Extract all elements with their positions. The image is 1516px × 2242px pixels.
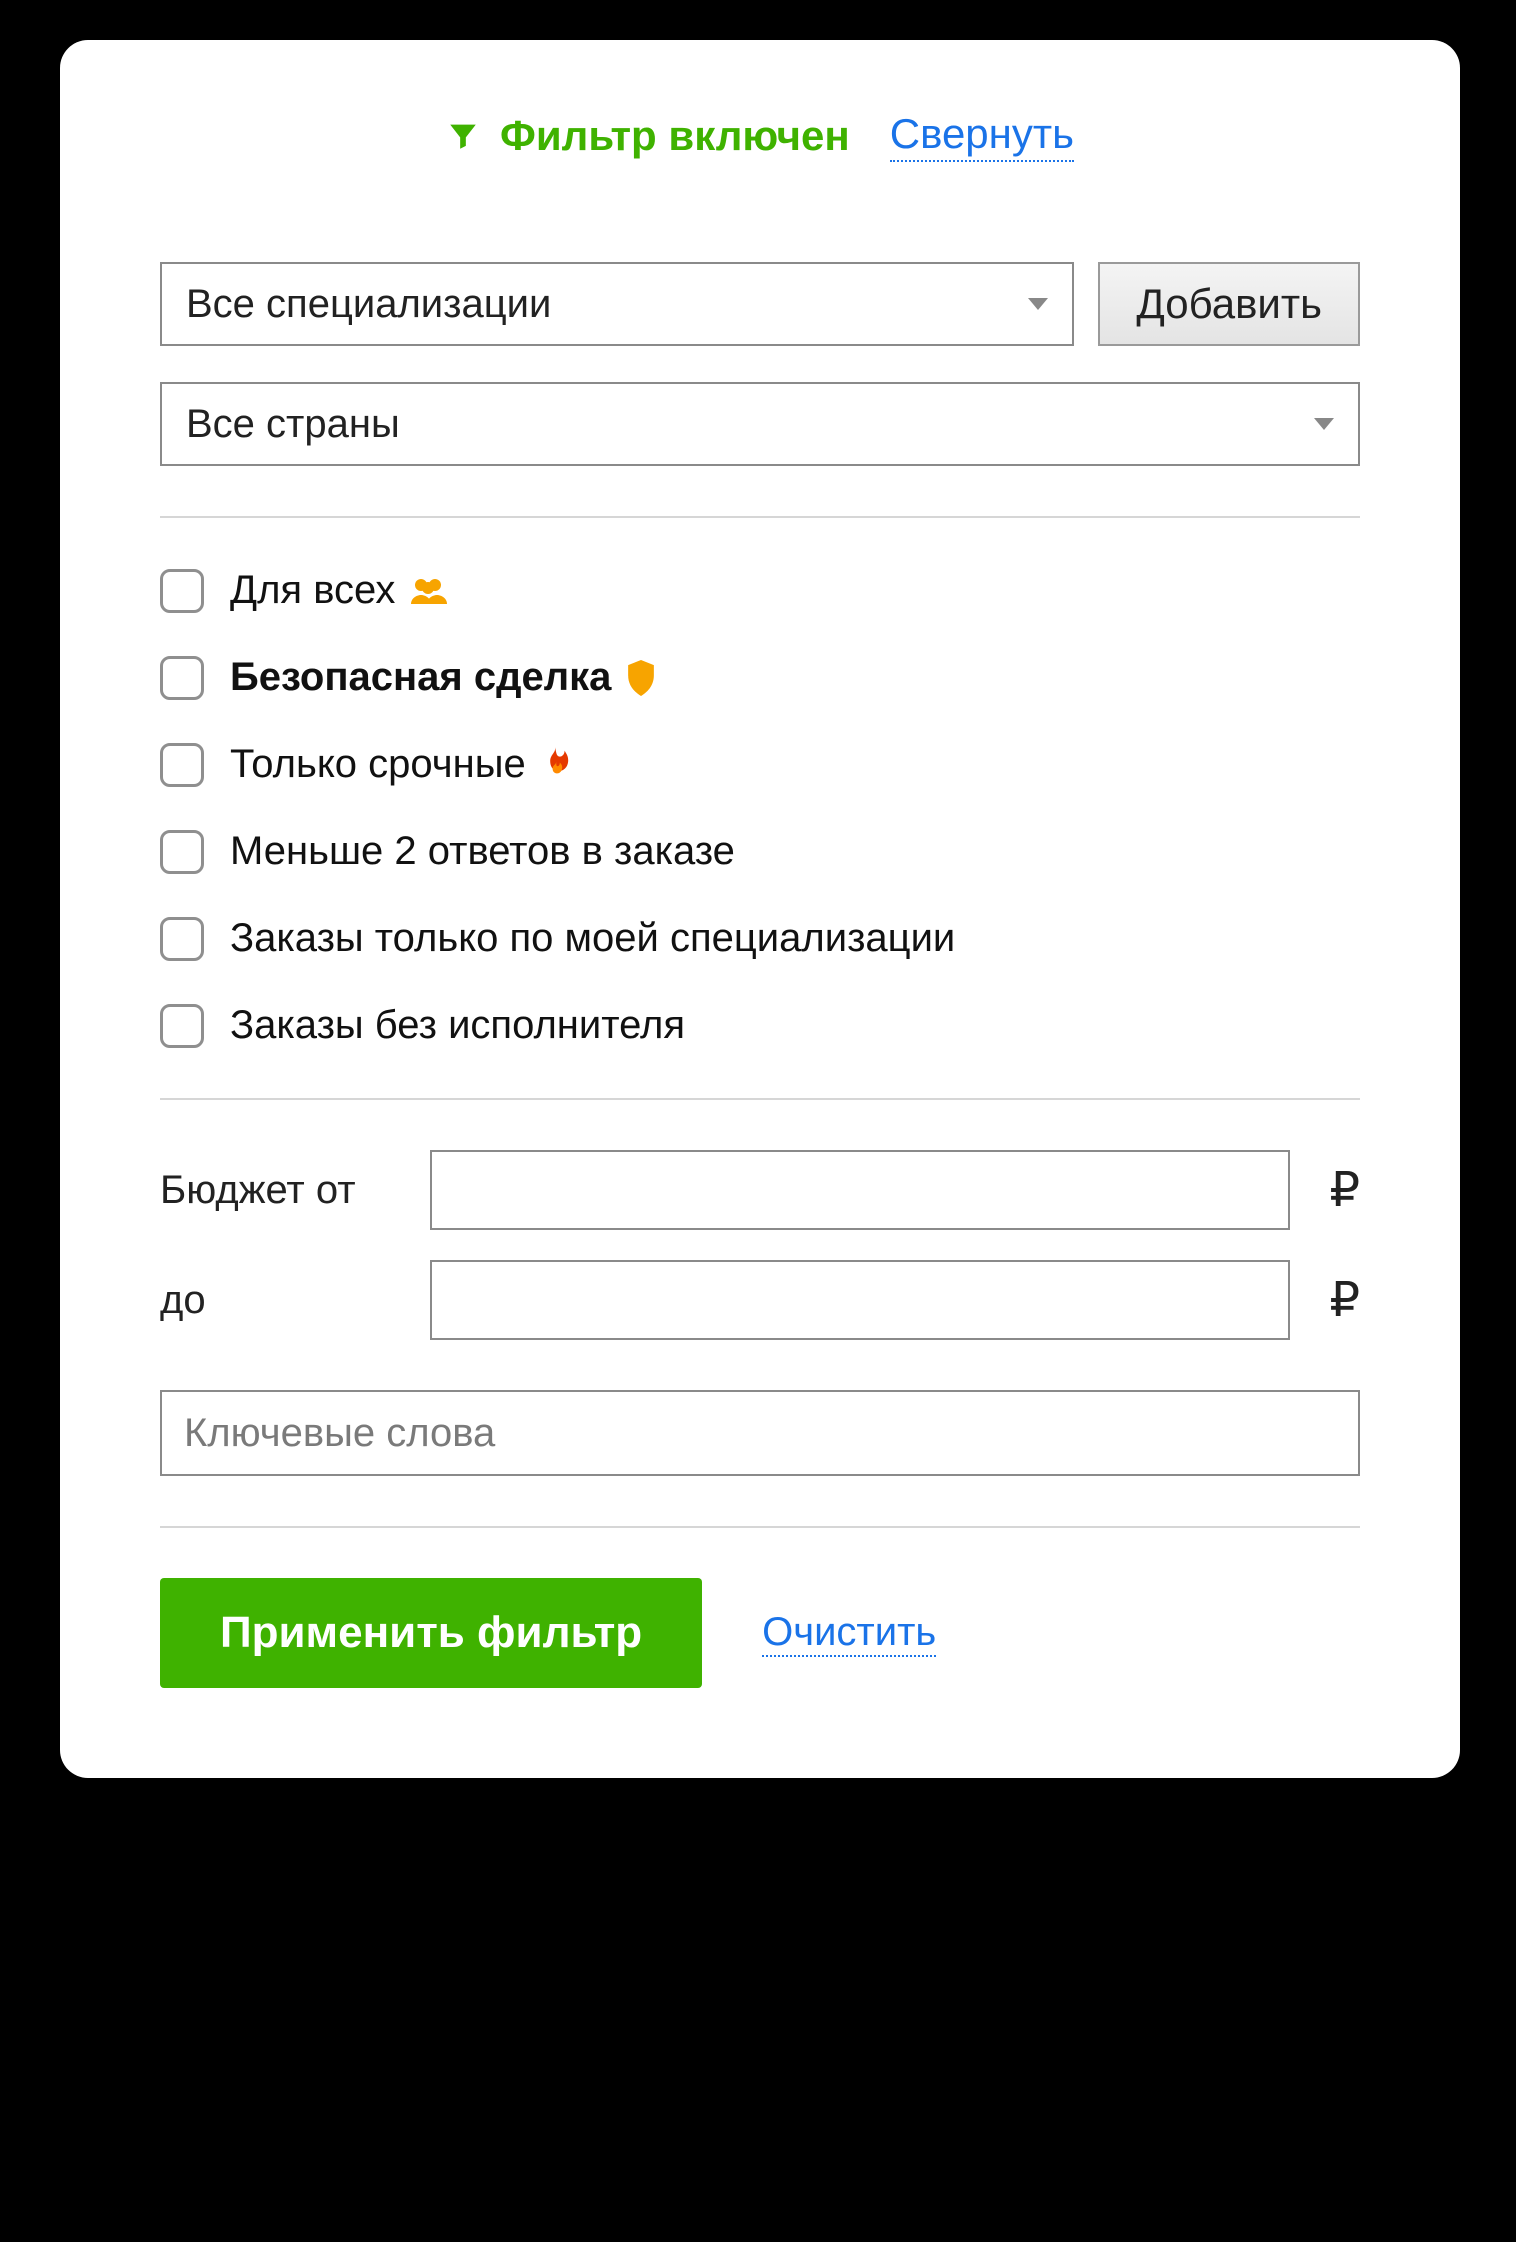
budget-block: Бюджет от ₽ до ₽ (160, 1150, 1360, 1476)
checkbox-for-all[interactable]: Для всех (160, 568, 1360, 613)
checkbox-text: Заказы без исполнителя (230, 1003, 685, 1048)
checkbox-label: Безопасная сделка (230, 655, 657, 700)
checkbox-text: Заказы только по моей специализации (230, 916, 955, 961)
divider (160, 516, 1360, 518)
budget-to-row: до ₽ (160, 1260, 1360, 1340)
checkbox-label: Заказы только по моей специализации (230, 916, 955, 961)
checkbox-box (160, 743, 204, 787)
checkbox-text: Для всех (230, 568, 395, 613)
chevron-down-icon (1314, 418, 1334, 430)
checkbox-no-executor[interactable]: Заказы без исполнителя (160, 1003, 1360, 1048)
checkbox-list: Для всех Безопасная сделка Только срочны… (160, 568, 1360, 1048)
add-specialization-button[interactable]: Добавить (1098, 262, 1360, 346)
checkbox-label: Меньше 2 ответов в заказе (230, 829, 735, 874)
specialization-select[interactable]: Все специализации (160, 262, 1074, 346)
specialization-selected: Все специализации (186, 282, 551, 327)
country-selected: Все страны (186, 402, 400, 447)
collapse-link[interactable]: Свернуть (890, 110, 1074, 162)
clear-filter-link[interactable]: Очистить (762, 1610, 936, 1657)
checkbox-text: Только срочные (230, 742, 526, 787)
keywords-input[interactable] (160, 1390, 1360, 1476)
chevron-down-icon (1028, 298, 1048, 310)
country-select[interactable]: Все страны (160, 382, 1360, 466)
checkbox-box (160, 917, 204, 961)
divider (160, 1526, 1360, 1528)
apply-filter-button[interactable]: Применить фильтр (160, 1578, 702, 1688)
budget-to-label: до (160, 1278, 430, 1323)
filter-title-group: Фильтр включен (446, 112, 850, 160)
checkbox-box (160, 656, 204, 700)
filter-title-text: Фильтр включен (500, 112, 850, 160)
checkbox-my-specialization[interactable]: Заказы только по моей специализации (160, 916, 1360, 961)
budget-from-label: Бюджет от (160, 1168, 430, 1213)
people-icon (409, 576, 449, 606)
ruble-icon: ₽ (1290, 1272, 1360, 1328)
checkbox-text: Меньше 2 ответов в заказе (230, 829, 735, 874)
budget-from-input[interactable] (430, 1150, 1290, 1230)
checkbox-safe-deal[interactable]: Безопасная сделка (160, 655, 1360, 700)
checkbox-box (160, 569, 204, 613)
divider (160, 1098, 1360, 1100)
budget-to-input[interactable] (430, 1260, 1290, 1340)
specialization-row: Все специализации Добавить (160, 262, 1360, 346)
checkbox-urgent[interactable]: Только срочные (160, 742, 1360, 787)
filter-panel: Фильтр включен Свернуть Все специализаци… (60, 40, 1460, 1778)
checkbox-text: Безопасная сделка (230, 655, 611, 700)
checkbox-box (160, 830, 204, 874)
checkbox-label: Только срочные (230, 742, 570, 787)
checkbox-label: Для всех (230, 568, 449, 613)
checkbox-box (160, 1004, 204, 1048)
budget-from-row: Бюджет от ₽ (160, 1150, 1360, 1230)
action-row: Применить фильтр Очистить (160, 1578, 1360, 1688)
checkbox-label: Заказы без исполнителя (230, 1003, 685, 1048)
checkbox-few-responses[interactable]: Меньше 2 ответов в заказе (160, 829, 1360, 874)
fire-icon (540, 747, 570, 783)
funnel-icon (446, 119, 480, 153)
ruble-icon: ₽ (1290, 1162, 1360, 1218)
shield-icon (625, 660, 657, 696)
filter-header: Фильтр включен Свернуть (160, 110, 1360, 162)
